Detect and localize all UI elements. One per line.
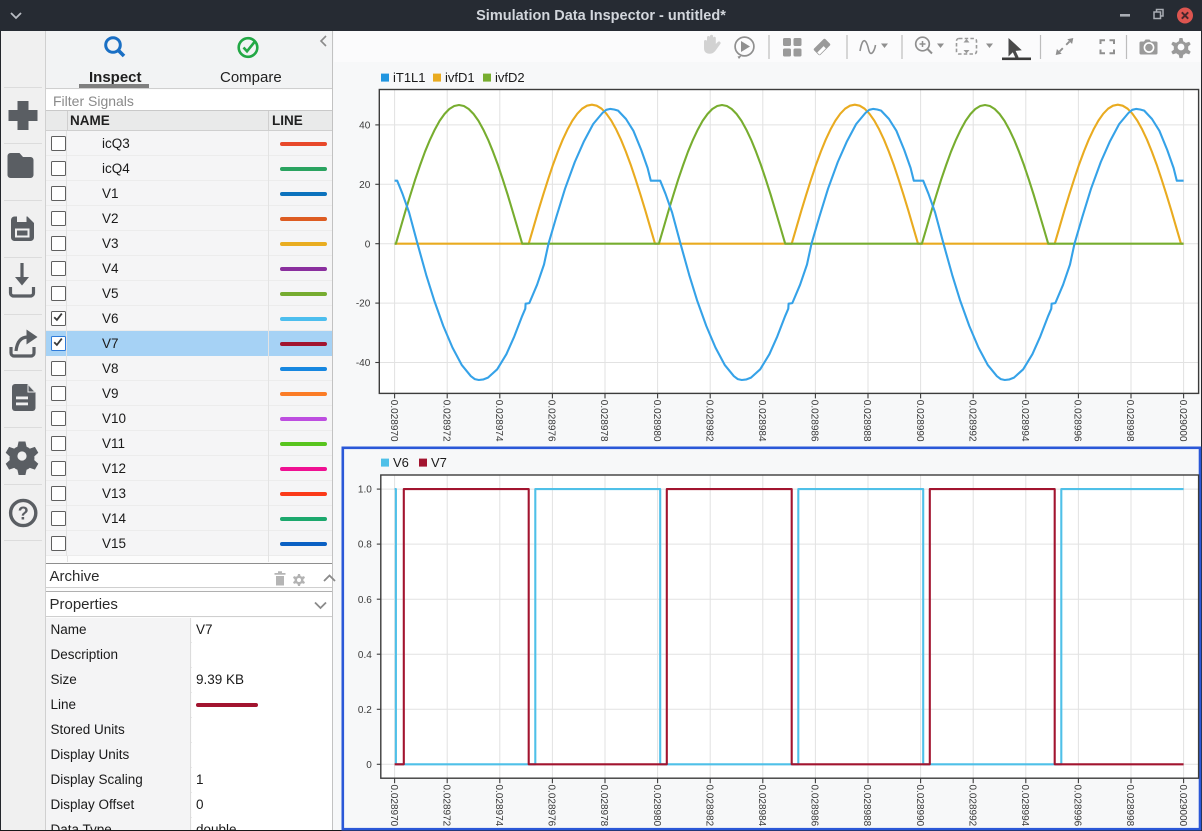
svg-text:0: 0 (366, 760, 372, 771)
svg-text:1.0: 1.0 (358, 485, 372, 496)
svg-text:0.028986: 0.028986 (809, 785, 820, 827)
svg-text:40: 40 (359, 121, 371, 132)
svg-text:0.4: 0.4 (358, 650, 372, 661)
svg-text:0.028980: 0.028980 (651, 400, 662, 442)
svg-text:0.8: 0.8 (358, 540, 372, 551)
svg-text:0.028988: 0.028988 (861, 400, 872, 442)
svg-text:0.028970: 0.028970 (388, 785, 399, 827)
svg-text:0.028994: 0.028994 (1019, 785, 1030, 827)
svg-text:0.029000: 0.029000 (1177, 785, 1188, 827)
svg-text:0.028992: 0.028992 (966, 785, 977, 827)
svg-text:0: 0 (365, 239, 371, 250)
svg-text:0.028988: 0.028988 (861, 785, 872, 827)
svg-text:?: ? (18, 504, 29, 524)
svg-text:0.028980: 0.028980 (651, 785, 662, 827)
svg-text:iT1L1: iT1L1 (393, 70, 426, 85)
svg-text:-40: -40 (356, 358, 371, 369)
svg-text:0.028992: 0.028992 (966, 400, 977, 442)
svg-text:0.028976: 0.028976 (546, 785, 557, 827)
svg-text:0.028976: 0.028976 (546, 400, 557, 442)
svg-text:0.028996: 0.028996 (1072, 400, 1083, 442)
svg-text:0.028998: 0.028998 (1124, 400, 1135, 442)
svg-text:0.6: 0.6 (358, 595, 372, 606)
svg-text:0.028986: 0.028986 (809, 400, 820, 442)
svg-text:ivfD1: ivfD1 (445, 70, 475, 85)
svg-text:ivfD2: ivfD2 (495, 70, 525, 85)
svg-text:0.028984: 0.028984 (756, 785, 767, 827)
svg-text:0.029000: 0.029000 (1177, 400, 1188, 442)
svg-text:0.028994: 0.028994 (1019, 400, 1030, 442)
svg-text:0.028982: 0.028982 (703, 785, 714, 827)
svg-text:0.028974: 0.028974 (493, 785, 504, 827)
svg-text:0.028998: 0.028998 (1124, 785, 1135, 827)
svg-text:0.028970: 0.028970 (388, 400, 399, 442)
svg-text:0.028990: 0.028990 (914, 785, 925, 827)
svg-text:0.028984: 0.028984 (756, 400, 767, 442)
svg-text:0.028972: 0.028972 (440, 785, 451, 827)
svg-text:0.028974: 0.028974 (493, 400, 504, 442)
svg-text:0.028978: 0.028978 (598, 785, 609, 827)
svg-text:V6: V6 (393, 455, 409, 470)
svg-text:0.028996: 0.028996 (1072, 785, 1083, 827)
svg-text:0.2: 0.2 (358, 705, 372, 716)
svg-text:20: 20 (359, 180, 371, 191)
svg-text:0.028990: 0.028990 (914, 400, 925, 442)
svg-text:V7: V7 (431, 455, 447, 470)
svg-text:0.028972: 0.028972 (440, 400, 451, 442)
svg-text:0.028982: 0.028982 (703, 400, 714, 442)
svg-text:0.028978: 0.028978 (598, 400, 609, 442)
svg-text:-20: -20 (356, 299, 371, 310)
